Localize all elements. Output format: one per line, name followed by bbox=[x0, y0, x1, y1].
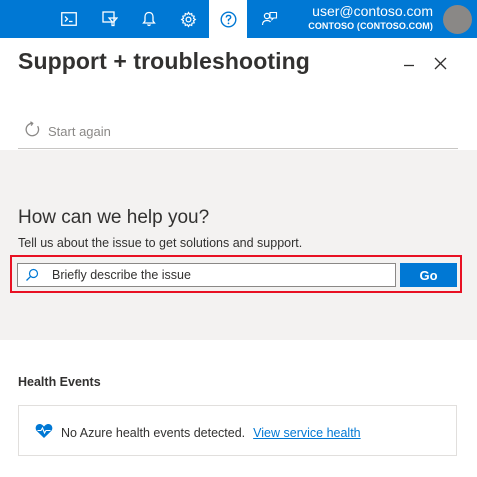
cloud-shell-icon[interactable] bbox=[50, 0, 88, 38]
health-status-row: No Azure health events detected. View se… bbox=[35, 423, 361, 442]
feedback-icon[interactable] bbox=[250, 0, 288, 38]
account-info[interactable]: user@contoso.com CONTOSO (CONTOSO.COM) bbox=[308, 3, 433, 33]
heart-pulse-icon bbox=[35, 423, 53, 442]
minimize-icon[interactable] bbox=[398, 52, 420, 74]
avatar[interactable] bbox=[443, 5, 472, 34]
issue-search-field[interactable] bbox=[17, 263, 396, 287]
help-subtitle: Tell us about the issue to get solutions… bbox=[18, 236, 303, 250]
divider bbox=[18, 148, 458, 149]
health-events-heading: Health Events bbox=[18, 375, 101, 389]
help-section: How can we help you? Tell us about the i… bbox=[0, 150, 477, 340]
account-email: user@contoso.com bbox=[312, 3, 433, 19]
account-tenant: CONTOSO (CONTOSO.COM) bbox=[308, 21, 433, 31]
issue-search-input[interactable] bbox=[52, 268, 382, 282]
go-button[interactable]: Go bbox=[400, 263, 457, 287]
search-icon bbox=[18, 268, 46, 282]
start-again-label: Start again bbox=[48, 123, 111, 139]
start-again-button[interactable]: Start again bbox=[24, 120, 111, 142]
directory-filter-icon[interactable] bbox=[91, 0, 129, 38]
portal-topbar: user@contoso.com CONTOSO (CONTOSO.COM) bbox=[0, 0, 477, 38]
help-heading: How can we help you? bbox=[18, 207, 210, 228]
health-status-text: No Azure health events detected. bbox=[61, 425, 246, 440]
refresh-icon bbox=[24, 121, 41, 141]
help-icon[interactable] bbox=[209, 0, 247, 38]
settings-icon[interactable] bbox=[169, 0, 207, 38]
close-icon[interactable] bbox=[429, 52, 451, 74]
view-service-health-link[interactable]: View service health bbox=[253, 426, 360, 440]
health-events-card: No Azure health events detected. View se… bbox=[18, 405, 457, 456]
notifications-icon[interactable] bbox=[130, 0, 168, 38]
page-title: Support + troubleshooting bbox=[18, 48, 310, 74]
